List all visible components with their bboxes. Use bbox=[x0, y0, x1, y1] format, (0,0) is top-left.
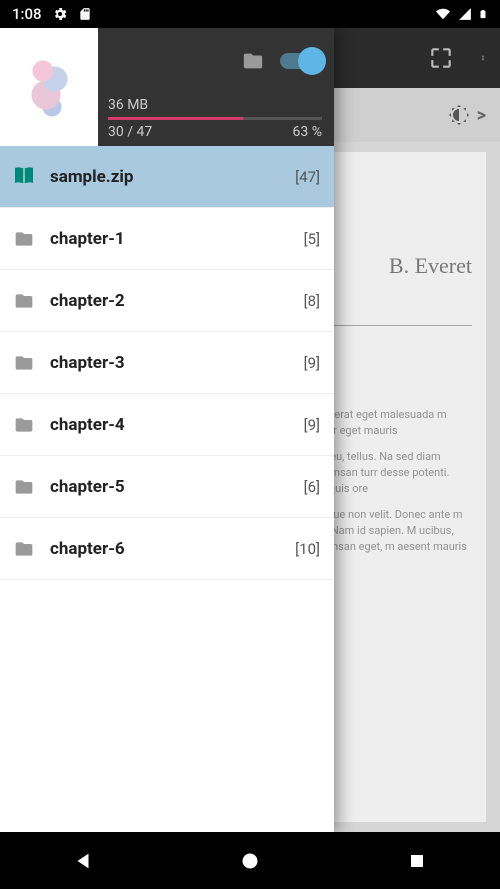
folder-icon bbox=[12, 537, 36, 561]
drawer-item-count: [8] bbox=[304, 292, 320, 310]
brightness-arrow: > bbox=[477, 105, 486, 126]
file-size: 36 MB bbox=[108, 97, 322, 113]
drawer-header: 36 MB 30 / 47 63 % bbox=[0, 28, 334, 146]
status-bar: 1:08 bbox=[0, 0, 500, 28]
progress-bar bbox=[108, 117, 322, 120]
toggle-switch[interactable] bbox=[280, 53, 322, 69]
drawer-item[interactable]: chapter-1 [5] bbox=[0, 208, 334, 270]
folder-icon bbox=[12, 413, 36, 437]
home-button[interactable] bbox=[220, 841, 280, 881]
back-button[interactable] bbox=[53, 841, 113, 881]
signal-icon bbox=[458, 7, 472, 21]
drawer-item-label: chapter-2 bbox=[50, 291, 290, 311]
recent-button[interactable] bbox=[387, 841, 447, 881]
drawer-item-label: chapter-1 bbox=[50, 229, 290, 249]
folder-icon bbox=[12, 227, 36, 251]
drawer-item[interactable]: chapter-3 [9] bbox=[0, 332, 334, 394]
drawer-item-label: chapter-3 bbox=[50, 353, 290, 373]
book-open-icon bbox=[12, 165, 36, 189]
drawer-item-count: [9] bbox=[304, 354, 320, 372]
book-thumbnail[interactable] bbox=[0, 28, 98, 146]
navigation-drawer: 36 MB 30 / 47 63 % sample.zip [47] chapter… bbox=[0, 28, 334, 832]
drawer-item-count: [10] bbox=[295, 540, 320, 558]
drawer-item-label: chapter-4 bbox=[50, 415, 290, 435]
fullscreen-icon[interactable] bbox=[428, 45, 454, 71]
drawer-item-count: [9] bbox=[304, 416, 320, 434]
progress-pages: 30 / 47 bbox=[108, 124, 152, 140]
progress-percent: 63 % bbox=[293, 124, 322, 140]
drawer-item[interactable]: chapter-6 [10] bbox=[0, 518, 334, 580]
drawer-item-count: [5] bbox=[304, 230, 320, 248]
drawer-item[interactable]: sample.zip [47] bbox=[0, 146, 334, 208]
folder-icon[interactable] bbox=[240, 50, 266, 72]
drawer-item[interactable]: chapter-5 [6] bbox=[0, 456, 334, 518]
navigation-bar bbox=[0, 832, 500, 889]
folder-icon bbox=[12, 475, 36, 499]
more-icon[interactable] bbox=[480, 47, 486, 69]
battery-icon bbox=[478, 6, 488, 22]
drawer-item-count: [6] bbox=[304, 478, 320, 496]
folder-icon bbox=[12, 289, 36, 313]
drawer-item-label: sample.zip bbox=[50, 167, 281, 187]
brightness-icon[interactable] bbox=[447, 103, 471, 127]
drawer-item-label: chapter-5 bbox=[50, 477, 290, 497]
gear-icon bbox=[52, 6, 68, 22]
drawer-item[interactable]: chapter-4 [9] bbox=[0, 394, 334, 456]
drawer-item-count: [47] bbox=[295, 168, 320, 186]
folder-icon bbox=[12, 351, 36, 375]
wifi-icon bbox=[434, 7, 452, 21]
drawer-item-label: chapter-6 bbox=[50, 539, 281, 559]
sd-card-icon bbox=[78, 6, 92, 22]
status-time: 1:08 bbox=[12, 5, 42, 23]
drawer-item[interactable]: chapter-2 [8] bbox=[0, 270, 334, 332]
